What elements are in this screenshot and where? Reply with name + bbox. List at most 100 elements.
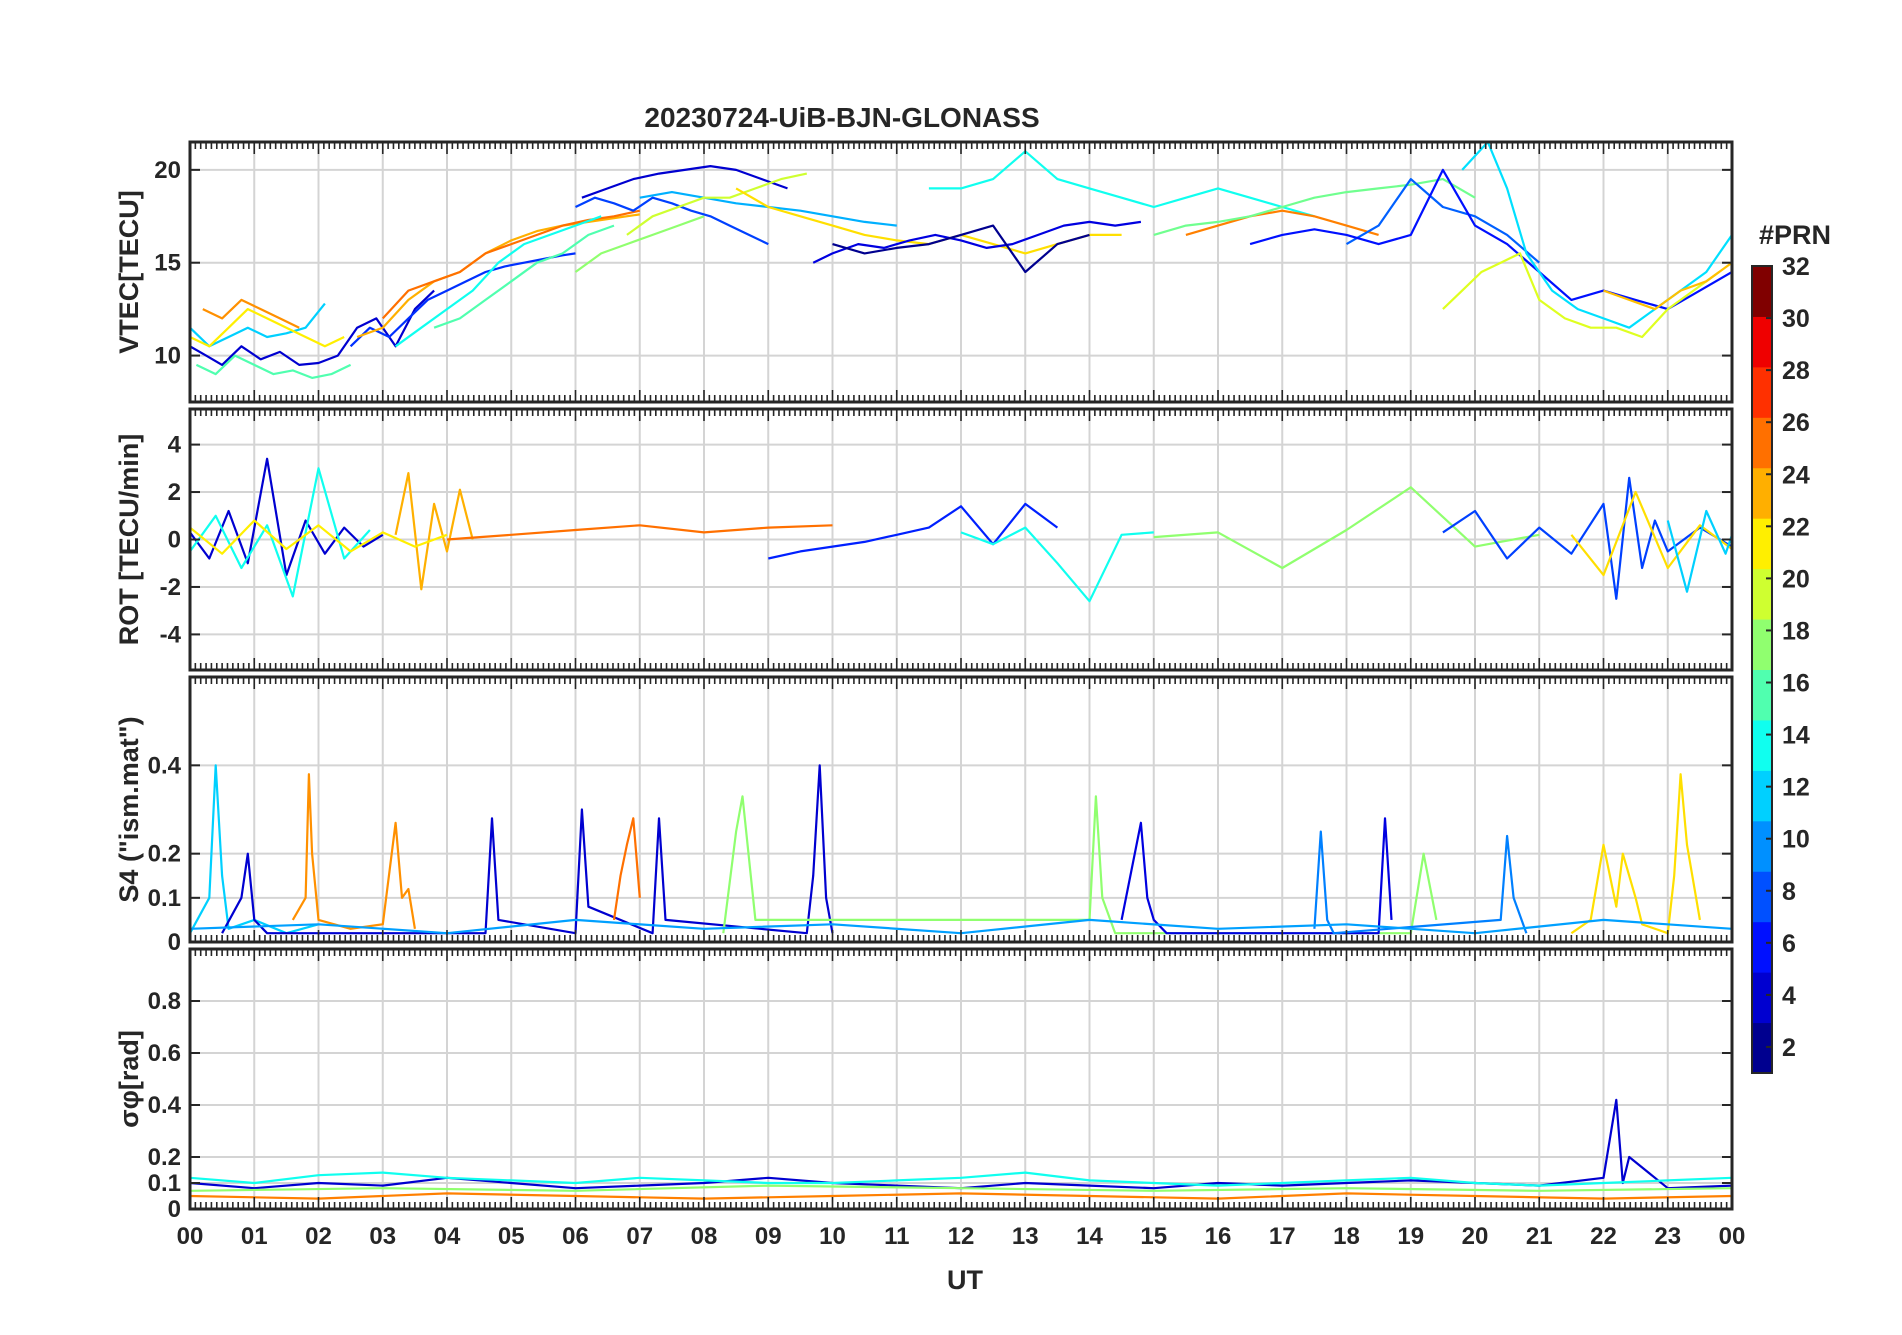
x-tick-label: 01: [241, 1223, 268, 1250]
y-tick-label: 20: [154, 157, 181, 184]
series-line-prn-14: [928, 150, 1315, 218]
series-line-prn-3: [221, 764, 834, 935]
colorbar-segment: [1752, 972, 1772, 1024]
series-line-prn-23: [291, 773, 416, 930]
colorbar-tick-label: 14: [1782, 722, 1810, 750]
colorbar-tick-label: 26: [1782, 409, 1810, 437]
series-line-prn-19: [1442, 252, 1720, 339]
x-tick-label: 04: [434, 1223, 461, 1250]
colorbar-segment: [1752, 820, 1772, 872]
panel-vtec: 10 15 20 VTEC[TECU]: [114, 140, 1734, 404]
colorbar-tick-label: 22: [1782, 513, 1810, 541]
series-line-prn-24: [612, 817, 641, 921]
series-line-prn-13: [1666, 509, 1732, 593]
y-axis-label: ROT [TECU/min]: [114, 434, 144, 645]
series-line-prn-23: [202, 298, 300, 329]
y-axis-label: VTEC[TECU]: [114, 190, 144, 354]
y-tick-label: 4: [168, 432, 182, 459]
panels: 101520VTEC[TECU]-4-2024ROT [TECU/min]00.…: [114, 140, 1746, 1250]
colorbar: 2468101214161820222426283032#PRN: [1751, 220, 1831, 1074]
colorbar-segment: [1752, 417, 1772, 469]
colorbar-tick-label: 8: [1782, 878, 1796, 906]
y-tick-label: -4: [160, 621, 182, 648]
y-tick-label: 0.6: [148, 1040, 181, 1067]
y-tick-label: 0.1: [148, 885, 181, 912]
x-tick-label: 06: [562, 1223, 589, 1250]
series-line-prn-5: [349, 252, 576, 348]
x-tick-label: 14: [1076, 1223, 1103, 1250]
colorbar-segment: [1752, 921, 1772, 973]
colorbar-tick-label: 18: [1782, 617, 1810, 645]
x-tick-label: 09: [755, 1223, 782, 1250]
y-tick-label: 0: [168, 1196, 181, 1223]
colorbar-segment: [1752, 619, 1772, 670]
panel-sigma_phi: 00.10.2 0.4 0.6 0.8σφ[rad]: [114, 947, 1734, 1223]
chart-svg: 20230724-UiB-BJN-GLONASS 101520VTEC[TECU…: [114, 102, 1831, 1295]
y-axis-label: S4 ("ism.mat"): [114, 716, 144, 902]
x-tick-label: 21: [1526, 1223, 1553, 1250]
x-tick-label: 02: [305, 1223, 332, 1250]
x-tick-label: 20: [1462, 1223, 1489, 1250]
x-tick-label: 16: [1205, 1223, 1232, 1250]
x-tick-label: 07: [626, 1223, 653, 1250]
panel-rot: -4 -2 0 2 4 ROT [TECU/min]: [114, 407, 1734, 672]
series-line-prn-4: [812, 220, 1142, 264]
colorbar-tick-label: 12: [1782, 774, 1810, 802]
x-tick-label: 03: [369, 1223, 396, 1250]
y-tick-label: 0.4: [148, 1092, 182, 1119]
series-line-prn-19: [626, 172, 808, 236]
colorbar-segment: [1752, 770, 1772, 822]
x-tick-label: 19: [1397, 1223, 1424, 1250]
x-tick-label: 13: [1012, 1223, 1039, 1250]
y-tick-label: 10: [154, 343, 181, 370]
colorbar-segment: [1752, 1022, 1772, 1074]
colorbar-segment: [1752, 266, 1772, 317]
colorbar-segment: [1752, 316, 1772, 368]
x-tick-label: 18: [1333, 1223, 1360, 1250]
colorbar-tick-label: 28: [1782, 357, 1810, 385]
x-tick-label: 05: [498, 1223, 525, 1250]
colorbar-tick-label: 30: [1782, 305, 1810, 333]
colorbar-segment: [1752, 568, 1772, 620]
x-tick-label: 23: [1654, 1223, 1681, 1250]
series-line-prn-17: [722, 795, 1438, 935]
y-tick-label: -2: [160, 574, 181, 601]
colorbar-tick-label: 24: [1782, 461, 1810, 489]
chart-title: 20230724-UiB-BJN-GLONASS: [644, 102, 1039, 133]
x-tick-label: 00: [1719, 1223, 1746, 1250]
colorbar-label: #PRN: [1759, 220, 1831, 250]
series-line-prn-3: [1249, 168, 1732, 311]
series-line-prn-4: [1120, 817, 1393, 935]
x-tick-label: 12: [948, 1223, 975, 1250]
colorbar-tick-label: 2: [1782, 1034, 1796, 1062]
series-line-prn-4: [768, 502, 1059, 560]
x-tick-label: 08: [691, 1223, 718, 1250]
x-tick-label: 10: [819, 1223, 846, 1250]
x-tick-label: 00: [177, 1223, 204, 1250]
series-line-prn-3: [190, 457, 384, 577]
colorbar-segment: [1752, 669, 1772, 721]
y-tick-label: 0.2: [148, 841, 181, 868]
colorbar-segment: [1752, 467, 1772, 519]
colorbar-tick-label: 32: [1782, 253, 1810, 281]
series-line-prn-12: [190, 302, 326, 348]
y-tick-label: 15: [154, 250, 181, 277]
figure: 20230724-UiB-BJN-GLONASS 10 15 20 VTEC[TECU…: [0, 0, 1902, 1330]
colorbar-tick-label: 16: [1782, 670, 1810, 698]
colorbar-segment: [1752, 871, 1772, 923]
x-tick-label: 22: [1590, 1223, 1617, 1250]
y-axis-label: σφ[rad]: [114, 1030, 144, 1128]
y-tick-label: 0.1: [148, 1170, 181, 1197]
x-tick-label: 11: [884, 1223, 909, 1250]
series-line-prn-21: [394, 472, 474, 591]
panel-s4: 0 0.1 0.2 0.4S4 ("ism.mat"): [114, 675, 1734, 956]
colorbar-tick-label: 20: [1782, 565, 1810, 593]
colorbar-segment: [1752, 719, 1772, 771]
colorbar-tick-label: 10: [1782, 826, 1810, 854]
x-tick-label: 17: [1269, 1223, 1296, 1250]
y-tick-label: 0: [168, 527, 181, 554]
y-tick-label: 0.8: [148, 988, 181, 1015]
x-tick-label: 15: [1140, 1223, 1167, 1250]
colorbar-segment: [1752, 366, 1772, 418]
y-tick-label: 0.4: [148, 752, 182, 779]
